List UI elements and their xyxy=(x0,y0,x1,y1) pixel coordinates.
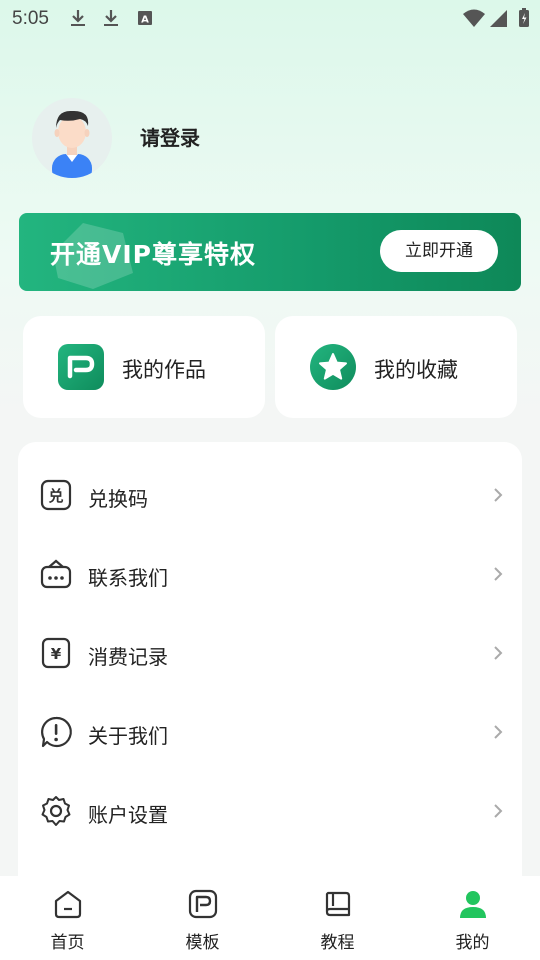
chevron-right-icon xyxy=(494,725,503,739)
chevron-right-icon xyxy=(494,567,503,581)
svg-text:兑: 兑 xyxy=(48,487,63,505)
battery-charging-icon xyxy=(519,8,529,27)
vip-title: 开通VIP尊享特权 xyxy=(50,240,256,269)
chevron-right-icon xyxy=(494,488,503,502)
redeem-code-icon: 兑 xyxy=(40,479,72,511)
settings-menu: 兑 兑换码 联系我们 ¥ 消费记录 关于我们 账户设置 xyxy=(18,442,522,922)
info-icon xyxy=(41,716,72,748)
yuan-record-icon: ¥ xyxy=(41,637,71,669)
nav-label: 首页 xyxy=(50,933,85,953)
signal-icon xyxy=(490,10,507,27)
nav-label: 教程 xyxy=(320,933,355,953)
nav-tutorials[interactable]: 教程 xyxy=(270,876,405,960)
svg-text:A: A xyxy=(141,15,149,26)
my-favorites-label: 我的收藏 xyxy=(374,358,458,382)
my-works-label: 我的作品 xyxy=(122,358,206,382)
status-time: 5:05 xyxy=(12,8,49,29)
menu-item-purchase-records[interactable]: ¥ 消费记录 xyxy=(18,614,522,693)
menu-label: 联系我们 xyxy=(88,566,168,590)
home-icon xyxy=(54,890,82,919)
my-favorites-card[interactable]: 我的收藏 xyxy=(275,316,517,418)
chevron-right-icon xyxy=(494,804,503,818)
menu-item-account-settings[interactable]: 账户设置 xyxy=(18,772,522,851)
vip-banner[interactable]: 开通VIP尊享特权 立即开通 xyxy=(19,213,521,291)
menu-label: 消费记录 xyxy=(88,645,168,669)
menu-item-about-us[interactable]: 关于我们 xyxy=(18,693,522,772)
works-p-icon xyxy=(58,344,104,390)
nav-home[interactable]: 首页 xyxy=(0,876,135,960)
login-prompt[interactable]: 请登录 xyxy=(140,122,200,151)
menu-item-contact-us[interactable]: 联系我们 xyxy=(18,535,522,614)
status-bar: 5:05 A xyxy=(0,0,540,36)
contact-icon xyxy=(40,559,72,589)
menu-label: 兑换码 xyxy=(88,487,148,511)
settings-icon xyxy=(41,796,71,826)
template-icon xyxy=(188,889,218,919)
download-icon xyxy=(104,10,118,26)
bottom-nav: 首页 模板 教程 我的 xyxy=(0,876,540,960)
nav-templates[interactable]: 模板 xyxy=(135,876,270,960)
nav-label: 模板 xyxy=(185,933,220,953)
star-icon xyxy=(310,344,356,390)
my-works-card[interactable]: 我的作品 xyxy=(23,316,265,418)
download-icon xyxy=(71,10,85,26)
svg-text:¥: ¥ xyxy=(51,645,62,663)
book-icon xyxy=(325,891,351,917)
user-avatar-icon[interactable] xyxy=(32,98,112,178)
user-icon xyxy=(460,891,486,918)
keyboard-a-icon: A xyxy=(138,11,152,26)
nav-label: 我的 xyxy=(455,933,490,953)
menu-item-redeem-code[interactable]: 兑 兑换码 xyxy=(18,456,522,535)
menu-label: 关于我们 xyxy=(88,724,168,748)
vip-open-button[interactable]: 立即开通 xyxy=(380,230,498,272)
menu-label: 账户设置 xyxy=(88,803,168,827)
wifi-icon xyxy=(463,9,485,27)
chevron-right-icon xyxy=(494,646,503,660)
nav-mine[interactable]: 我的 xyxy=(405,876,540,960)
